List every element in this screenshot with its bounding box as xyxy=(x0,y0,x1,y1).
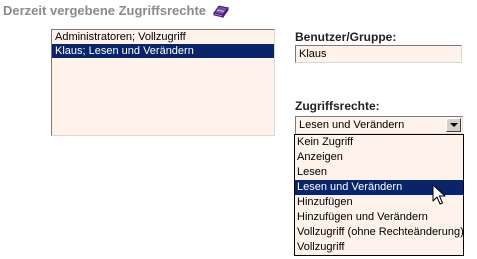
dropdown-option[interactable]: Lesen xyxy=(295,165,463,180)
section-title: Derzeit vergebene Zugriffsrechte xyxy=(3,3,230,19)
list-item[interactable]: Administratoren; Vollzugriff xyxy=(52,30,274,44)
dropdown-option[interactable]: Hinzufügen und Verändern xyxy=(295,210,463,225)
list-item[interactable]: Klaus; Lesen und Verändern xyxy=(52,44,274,58)
dropdown-option[interactable]: Vollzugriff xyxy=(295,240,463,255)
section-title-text: Derzeit vergebene Zugriffsrechte xyxy=(3,3,207,18)
chevron-down-icon[interactable] xyxy=(446,118,461,132)
mouse-cursor-icon xyxy=(432,184,446,205)
permissions-list[interactable]: Administratoren; Vollzugriff Klaus; Lese… xyxy=(51,29,275,136)
user-group-label: Benutzer/Gruppe: xyxy=(295,30,397,44)
book-icon xyxy=(212,4,230,19)
access-rights-selected-value: Lesen und Verändern xyxy=(299,119,405,131)
dropdown-option[interactable]: Vollzugriff (ohne Rechteänderung) xyxy=(295,225,463,240)
access-rights-label: Zugriffsrechte: xyxy=(295,99,380,113)
access-rights-select[interactable]: Lesen und Verändern xyxy=(295,116,463,134)
dropdown-option[interactable]: Anzeigen xyxy=(295,150,463,165)
user-group-input[interactable] xyxy=(295,45,462,63)
dropdown-option[interactable]: Kein Zugriff xyxy=(295,135,463,150)
